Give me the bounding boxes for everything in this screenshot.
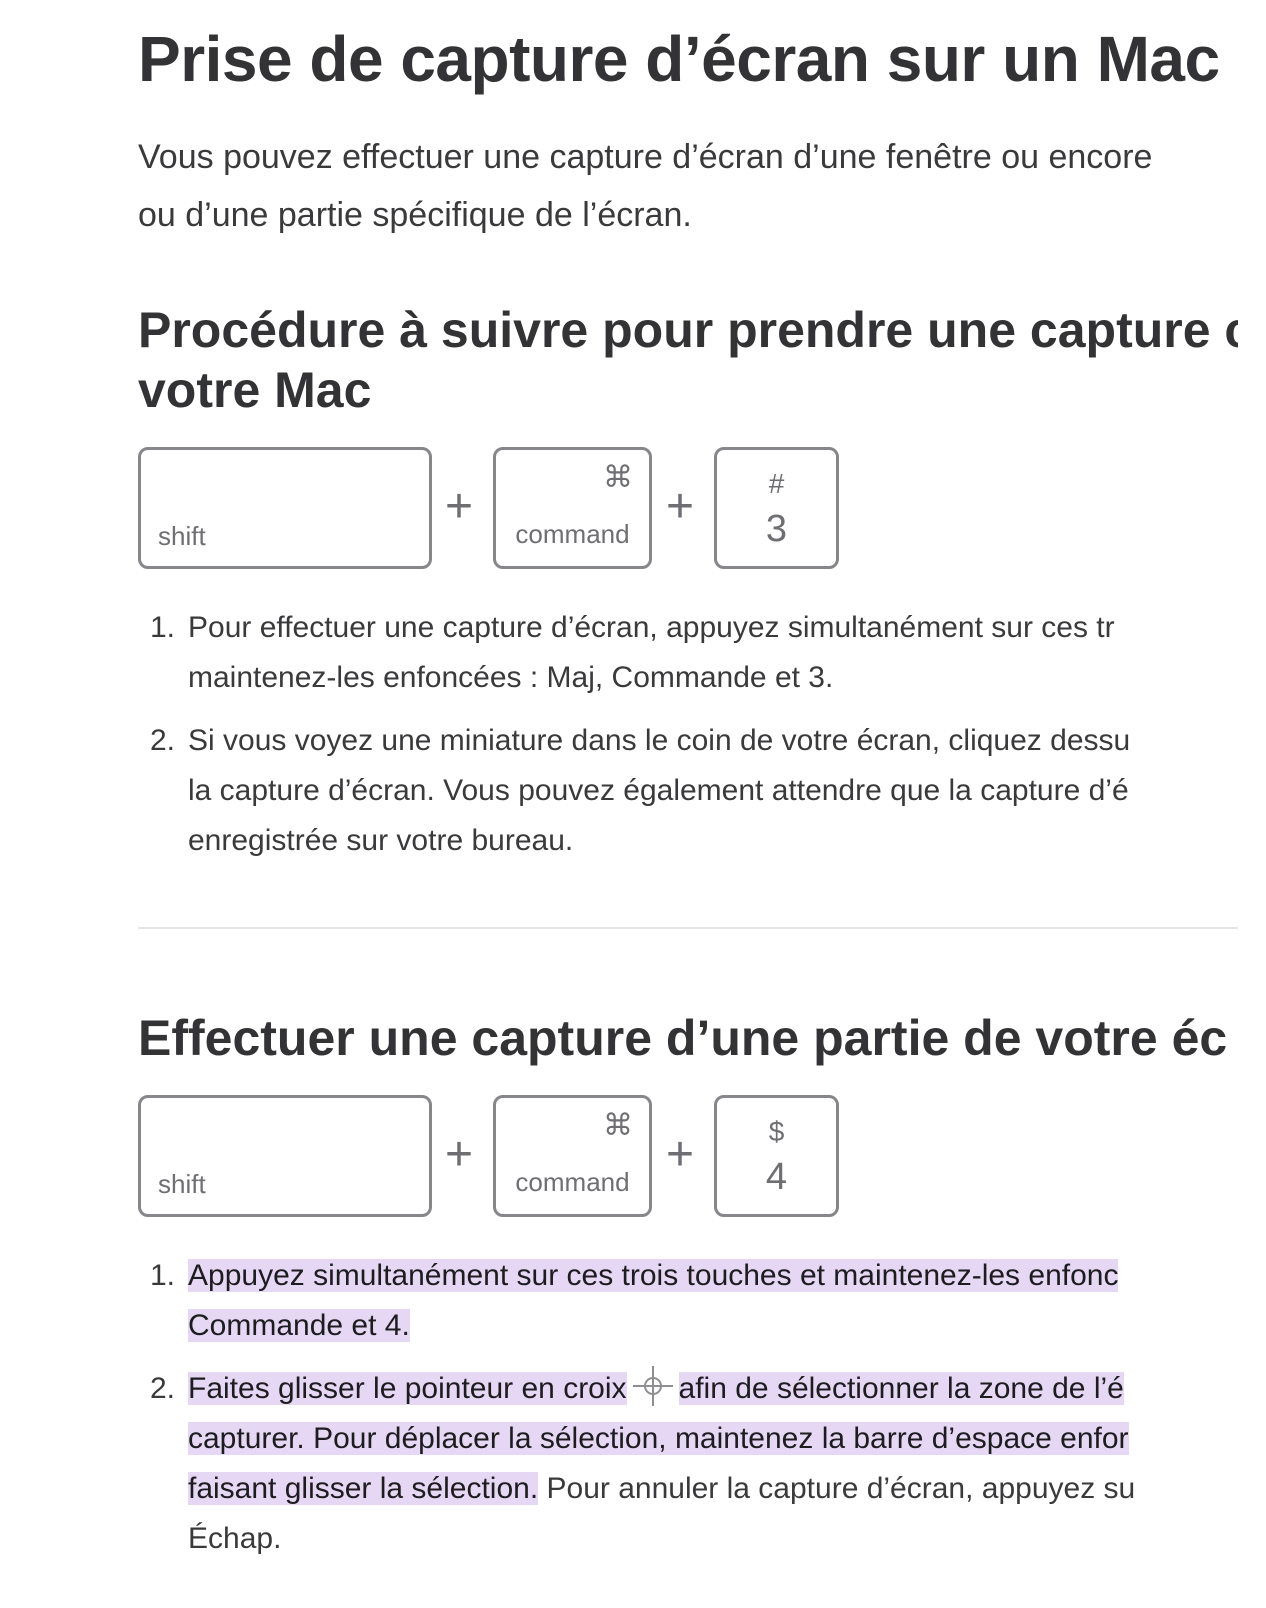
step-text: Pour annuler la capture d’écran, appuyez… bbox=[538, 1472, 1136, 1505]
selected-text[interactable]: Appuyez simultanément sur ces trois touc… bbox=[188, 1259, 1119, 1292]
step-text-line: Échap. bbox=[188, 1522, 282, 1555]
page-title: Prise de capture d’écran sur un Mac bbox=[138, 23, 1220, 95]
shift-key-label: shift bbox=[158, 1169, 206, 1199]
steps-list-full-screen: 1. Pour effectuer une capture d’écran, a… bbox=[138, 603, 1238, 879]
command-key: ⌘ command bbox=[493, 447, 652, 569]
step-number: 1. bbox=[150, 1259, 176, 1292]
key-3: # 3 bbox=[714, 447, 839, 569]
step-text-line: enregistrée sur votre bureau. bbox=[188, 824, 574, 857]
selected-text[interactable]: Faites glisser le pointeur en croix bbox=[188, 1372, 627, 1405]
command-symbol-icon: ⌘ bbox=[603, 461, 633, 494]
heading-line: Procédure à suivre pour prendre une capt… bbox=[138, 302, 1238, 358]
plus-icon: + bbox=[445, 1128, 474, 1181]
shift-key: shift bbox=[138, 447, 432, 569]
selected-text[interactable]: afin de sélectionner la zone de l’é bbox=[678, 1372, 1124, 1405]
step-number: 1. bbox=[150, 611, 176, 644]
list-item: 1. Appuyez simultanément sur ces trois t… bbox=[138, 1251, 1238, 1351]
command-key: ⌘ command bbox=[493, 1095, 652, 1217]
dollar-symbol: $ bbox=[768, 1116, 785, 1147]
list-item: 2. Faites glisser le pointeur en croix af… bbox=[138, 1364, 1238, 1564]
keyboard-shortcut-shift-command-3: shift + ⌘ command + # 3 bbox=[138, 447, 858, 569]
hash-symbol: # bbox=[768, 468, 785, 499]
list-item: 2. Si vous voyez une miniature dans le c… bbox=[138, 716, 1238, 866]
shift-key: shift bbox=[138, 1095, 432, 1217]
steps-list-partial-screen: 1. Appuyez simultanément sur ces trois t… bbox=[138, 1251, 1238, 1577]
crosshair-cursor-icon bbox=[632, 1366, 673, 1406]
article: Prise de capture d’écran sur un Mac Vous… bbox=[138, 0, 1238, 1608]
section-heading-partial-screen: Effectuer une capture d’une partie de vo… bbox=[138, 1008, 1227, 1068]
command-key-label: command bbox=[515, 519, 630, 549]
list-item: 1. Pour effectuer une capture d’écran, a… bbox=[138, 603, 1238, 703]
command-key-label: command bbox=[515, 1167, 630, 1197]
heading-line: votre Mac bbox=[138, 362, 372, 418]
selected-text[interactable]: Commande et 4. bbox=[188, 1309, 410, 1342]
key-number-label: 4 bbox=[765, 1156, 788, 1198]
selected-text[interactable]: capturer. Pour déplacer la sélection, ma… bbox=[188, 1422, 1129, 1455]
plus-icon: + bbox=[666, 480, 695, 533]
step-number: 2. bbox=[150, 724, 176, 757]
section-divider bbox=[138, 927, 1238, 929]
shift-key-label: shift bbox=[158, 521, 206, 551]
step-text-line: maintenez-les enfoncées : Maj, Commande … bbox=[188, 661, 834, 694]
plus-icon: + bbox=[445, 480, 474, 533]
intro-paragraph: Vous pouvez effectuer une capture d’écra… bbox=[138, 128, 1238, 244]
key-number-label: 3 bbox=[765, 508, 788, 550]
heading-line: Effectuer une capture d’une partie de vo… bbox=[138, 1010, 1228, 1066]
keyboard-shortcut-shift-command-4: shift + ⌘ command + $ 4 bbox=[138, 1095, 858, 1217]
step-text-line: Pour effectuer une capture d’écran, appu… bbox=[188, 611, 1115, 644]
section-heading-full-screen: Procédure à suivre pour prendre une capt… bbox=[138, 300, 1238, 420]
intro-line: Vous pouvez effectuer une capture d’écra… bbox=[138, 138, 1153, 176]
selected-text[interactable]: faisant glisser la sélection. bbox=[188, 1472, 539, 1505]
intro-line: ou d’une partie spécifique de l’écran. bbox=[138, 196, 692, 234]
step-text-line: la capture d’écran. Vous pouvez égalemen… bbox=[188, 774, 1129, 807]
step-number: 2. bbox=[150, 1372, 176, 1405]
command-symbol-icon: ⌘ bbox=[603, 1109, 633, 1142]
step-text-line: Si vous voyez une miniature dans le coin… bbox=[188, 724, 1131, 757]
plus-icon: + bbox=[666, 1128, 695, 1181]
key-4: $ 4 bbox=[714, 1095, 839, 1217]
viewport-edge bbox=[1238, 0, 1266, 1608]
